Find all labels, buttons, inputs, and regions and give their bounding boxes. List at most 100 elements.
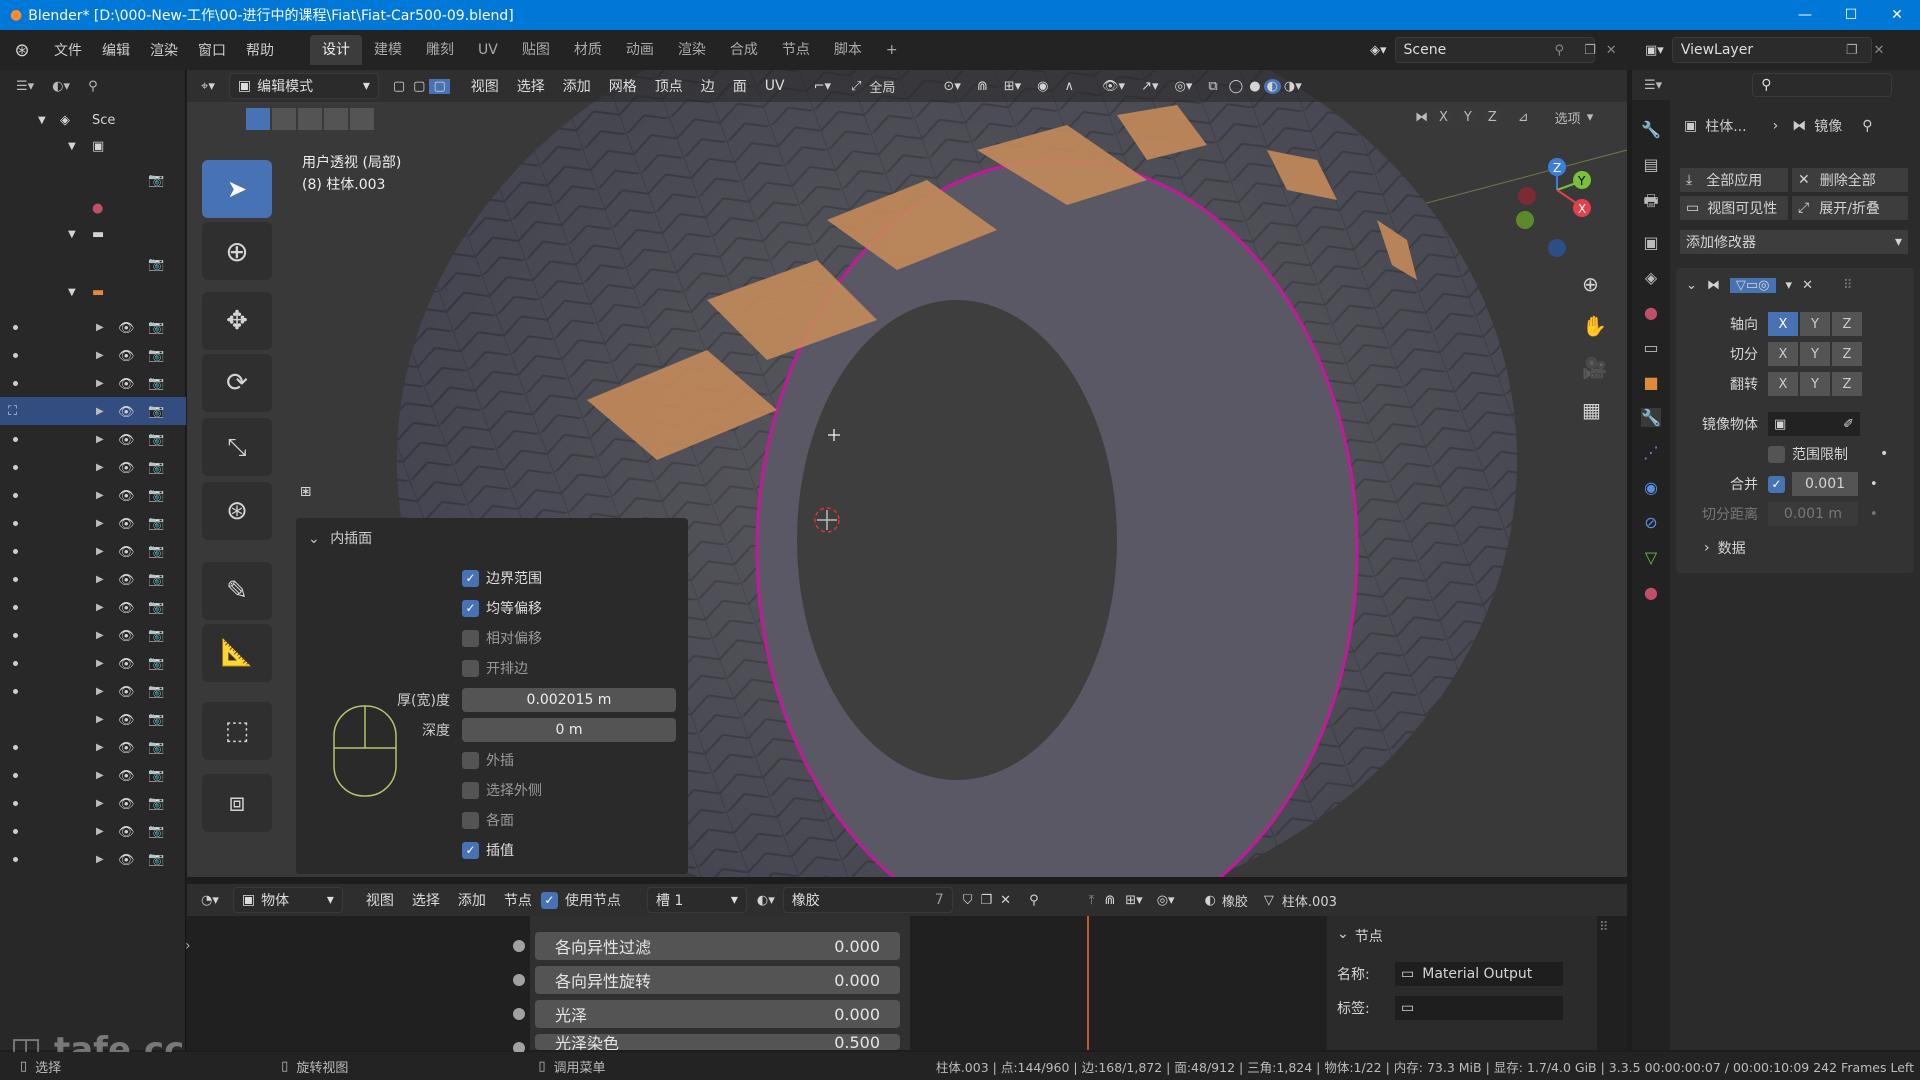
pivot-icon[interactable]: ⊙▾ — [935, 79, 968, 94]
merge-checkbox[interactable]: ✓ — [1768, 475, 1785, 493]
expand-triangle-icon[interactable]: ▶ — [96, 546, 104, 557]
outliner-object-row[interactable]: ▶ 👁 📷 — [0, 817, 186, 845]
outliner-object-row[interactable]: ▶ 👁 📷 — [0, 649, 186, 677]
vertex-select-icon[interactable]: ▢ — [389, 79, 409, 94]
hud-toggle-icon[interactable]: ⧆ — [300, 480, 311, 501]
blender-menu-icon[interactable]: ⊛ — [0, 40, 44, 61]
outliner-object-row[interactable]: ▶ 👁 📷 — [0, 705, 186, 733]
tab-compositing[interactable]: 合成 — [718, 35, 770, 65]
flip-z-button[interactable]: Z — [1832, 372, 1862, 396]
world-tab-icon[interactable]: ● — [1644, 303, 1658, 322]
menu-face[interactable]: 面 — [724, 76, 756, 96]
select-invert-icon[interactable] — [324, 108, 348, 130]
keyframe-dot-icon[interactable]: • — [1870, 507, 1878, 522]
transform-orientation[interactable]: 全局 — [861, 77, 935, 96]
physics-tab-icon[interactable]: ◉ — [1644, 478, 1658, 497]
tab-geometry-nodes[interactable]: 节点 — [770, 35, 822, 65]
outliner-object-row[interactable]: ▶ 👁 📷 — [0, 537, 186, 565]
node-panel-header[interactable]: ⌄ 节点 — [1337, 926, 1383, 946]
outliner-object-row[interactable]: ▶ 👁 📷 — [0, 621, 186, 649]
expand-triangle-icon[interactable]: ▶ — [96, 658, 104, 669]
add-workspace-button[interactable]: + — [874, 35, 910, 65]
select-box-tool[interactable]: ➤ — [202, 160, 272, 218]
camera-render-icon[interactable]: 📷 — [148, 852, 166, 867]
gizmo-icon[interactable]: ↗▾ — [1133, 79, 1166, 94]
material-shading-icon[interactable]: ◐ — [1263, 78, 1281, 94]
flip-x-button[interactable]: X — [1768, 372, 1798, 396]
outliner-object-row[interactable]: ▶ 👁 📷 — [0, 369, 186, 397]
fake-user-icon[interactable]: ⛉ — [963, 893, 973, 908]
bisect-distance-field[interactable]: 0.001 m — [1768, 502, 1858, 526]
xray-icon[interactable]: ⧉ — [1200, 79, 1225, 94]
remove-modifier-icon[interactable]: ✕ — [1802, 278, 1813, 293]
select-extend-icon[interactable] — [272, 108, 296, 130]
node-socket-row[interactable]: 光泽染色 0.500 — [535, 1034, 900, 1050]
eye-icon[interactable]: 👁 — [118, 461, 136, 476]
rendered-shading-icon[interactable]: ◑▾ — [1281, 79, 1305, 94]
pin-icon[interactable]: ⚲ — [1029, 893, 1039, 908]
properties-search[interactable]: ⚲ — [1752, 73, 1893, 97]
view-layer-icon[interactable]: ▣▾ — [1645, 43, 1664, 58]
outliner-object-row[interactable]: ▶ 👁 📷 — [0, 761, 186, 789]
menu-vertex[interactable]: 顶点 — [646, 76, 692, 96]
expand-triangle-icon[interactable]: ▶ — [96, 518, 104, 529]
zoom-icon[interactable]: ⊕ — [1582, 272, 1599, 296]
mirror-z[interactable]: Z — [1482, 108, 1502, 127]
camera-render-icon[interactable]: 📷 — [148, 432, 166, 447]
axis-z-button[interactable]: Z — [1832, 312, 1862, 336]
scene-icon[interactable]: ◈▾ — [1370, 43, 1387, 58]
socket-dot-icon[interactable] — [513, 974, 525, 986]
node-name-field[interactable]: ▭ Material Output — [1395, 962, 1563, 986]
eye-icon[interactable]: 👁 — [118, 601, 136, 616]
tab-animation[interactable]: 动画 — [614, 35, 666, 65]
output-tab-icon[interactable]: 🖶 — [1643, 190, 1658, 217]
eye-icon[interactable]: 👁 — [118, 321, 136, 336]
eye-icon[interactable]: 👁 — [118, 573, 136, 588]
render-tab-icon[interactable]: ▤ — [1643, 155, 1658, 174]
material-name-field[interactable]: 橡胶 7 — [782, 887, 953, 913]
search-icon[interactable]: ⚲ — [88, 79, 98, 94]
measure-tool[interactable]: 📐 — [202, 624, 272, 682]
node-editor-canvas[interactable]: ⌄ 节点 名称: ▭ Material Output 标签: ▭ ⠿ — [187, 916, 1627, 1050]
menu-edit[interactable]: 编辑 — [92, 40, 140, 60]
view-layer-tab-icon[interactable]: ▣ — [1643, 233, 1658, 252]
particles-tab-icon[interactable]: ⋰ — [1643, 443, 1659, 462]
camera-render-icon[interactable]: 📷 — [148, 572, 166, 587]
node-socket-row[interactable]: 光泽 0.000 — [535, 1000, 900, 1028]
outliner-world-row[interactable]: ● — [0, 194, 186, 222]
parent-node-icon[interactable]: ⤒ — [1089, 893, 1095, 908]
scale-tool[interactable]: ⤡ — [202, 418, 272, 476]
eye-icon[interactable]: 👁 — [118, 405, 136, 420]
falloff-icon[interactable]: ∧ — [1057, 79, 1083, 94]
add-modifier-dropdown[interactable]: 添加修改器 ▾ — [1680, 230, 1908, 254]
outliner-object-row[interactable]: ▶ 👁 📷 — [0, 453, 186, 481]
select-intersect-icon[interactable] — [350, 108, 374, 130]
proportional-edit-icon[interactable]: ◉ — [1029, 79, 1056, 94]
select-box-icon[interactable]: ⌐▾ — [794, 79, 851, 94]
keyframe-dot-icon[interactable]: • — [1880, 446, 1888, 462]
outliner-object-row[interactable]: ⛶ ▶ 👁 📷 — [0, 397, 186, 425]
node-menu-select[interactable]: 选择 — [403, 890, 449, 910]
menu-add[interactable]: 添加 — [554, 76, 600, 96]
outliner-object-row[interactable]: ▶ 👁 📷 — [0, 565, 186, 593]
object-tab-icon[interactable]: ■ — [1643, 373, 1658, 392]
socket-dot-icon[interactable] — [513, 1008, 525, 1020]
checkbox-relative-offset[interactable]: 相对偏移 — [462, 628, 542, 648]
expand-triangle-icon[interactable]: ▶ — [96, 714, 104, 725]
face-select-icon[interactable]: ▢ — [429, 78, 450, 94]
constraints-tab-icon[interactable]: ⊘ — [1644, 513, 1657, 532]
apply-all-button[interactable]: ⤓ 全部应用 — [1680, 168, 1788, 192]
unlink-icon[interactable]: ✕ — [1000, 893, 1011, 908]
drag-handle-icon[interactable]: ⠿ — [1843, 278, 1853, 293]
material-browse-icon[interactable]: ◐▾ — [757, 893, 775, 908]
scene-selector[interactable]: Scene — [1394, 37, 1595, 63]
data-tab-icon[interactable]: ▽ — [1645, 548, 1657, 567]
eye-icon[interactable]: 👁 — [118, 713, 136, 728]
camera-render-icon[interactable]: 📷 — [148, 320, 166, 335]
expand-triangle-icon[interactable]: ▶ — [96, 686, 104, 697]
expand-triangle-icon[interactable]: ▶ — [96, 490, 104, 501]
outliner-object-row[interactable]: ▶ 👁 📷 — [0, 425, 186, 453]
outliner-object-row[interactable]: ▶ 👁 📷 — [0, 789, 186, 817]
tab-layout[interactable]: 设计 — [310, 35, 362, 65]
display-mode-icon[interactable]: ◐▾ — [52, 79, 70, 94]
